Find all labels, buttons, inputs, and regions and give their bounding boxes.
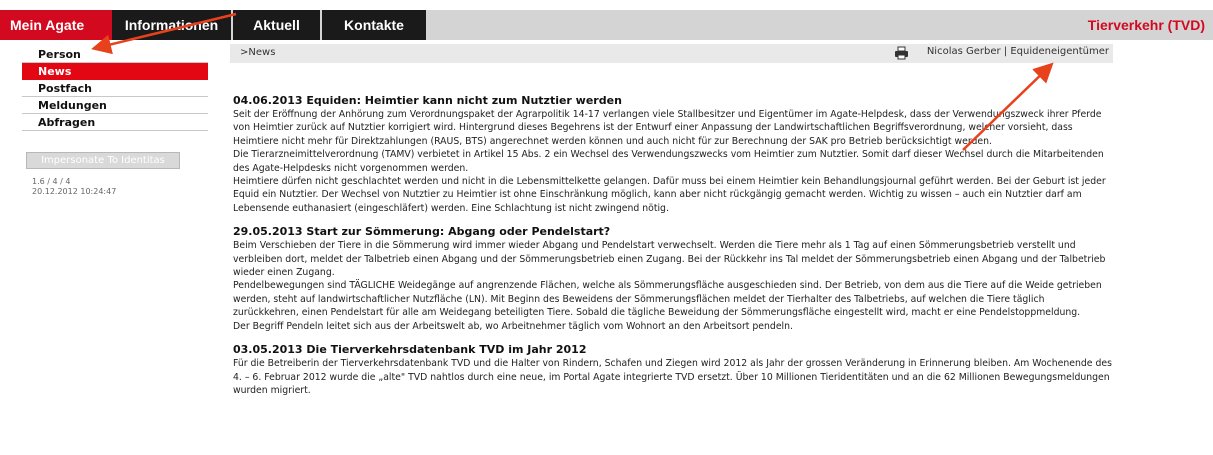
article-title[interactable]: 03.05.2013 Die Tierverkehrsdatenbank TVD…: [233, 343, 1113, 357]
article-title[interactable]: 29.05.2013 Start zur Sömmerung: Abgang o…: [233, 225, 1113, 239]
tab-aktuell[interactable]: Aktuell: [233, 10, 320, 40]
site-brand: Tierverkehr (TVD): [1087, 17, 1205, 33]
impersonate-button[interactable]: Impersonate To Identitas: [26, 152, 180, 169]
printer-icon[interactable]: [894, 46, 909, 60]
user-role-label[interactable]: Nicolas Gerber | Equideneigentümer: [927, 46, 1109, 57]
tab-kontakte[interactable]: Kontakte: [322, 10, 426, 40]
sidebar-item-abfragen[interactable]: Abfragen: [22, 114, 208, 131]
article-paragraph: Der Begriff Pendeln leitet sich aus der …: [233, 320, 793, 332]
breadcrumb[interactable]: >News: [240, 47, 275, 58]
sidebar-item-person[interactable]: Person: [22, 46, 208, 63]
timestamp: 20.12.2012 10:24:47: [32, 187, 117, 196]
sidebar: Person News Postfach Meldungen Abfragen: [22, 46, 208, 131]
news-article: 03.05.2013 Die Tierverkehrsdatenbank TVD…: [233, 343, 1113, 397]
version-info: 1.6 / 4 / 4: [32, 177, 71, 186]
article-paragraph: Die Tierarzneimittelverordnung (TAMV) ve…: [233, 149, 1104, 174]
article-paragraph: Pendelbewegungen sind TÄGLICHE Weidegäng…: [233, 280, 1102, 319]
article-paragraph: Seit der Eröffnung der Anhörung zum Vero…: [233, 109, 1102, 147]
news-article: 29.05.2013 Start zur Sömmerung: Abgang o…: [233, 225, 1113, 333]
article-paragraph: Für die Betreiberin der Tierverkehrsdate…: [233, 358, 1112, 396]
tab-mein-agate[interactable]: Mein Agate: [0, 10, 112, 40]
sidebar-item-postfach[interactable]: Postfach: [22, 80, 208, 97]
sidebar-item-meldungen[interactable]: Meldungen: [22, 97, 208, 114]
tab-informationen[interactable]: Informationen: [112, 10, 231, 40]
sidebar-item-news[interactable]: News: [22, 63, 208, 80]
breadcrumb-bar: >News Nicolas Gerber | Equideneigentümer: [230, 44, 1113, 63]
article-paragraph: Beim Verschieben der Tiere in die Sömmer…: [233, 240, 1106, 279]
news-article: 04.06.2013 Equiden: Heimtier kann nicht …: [233, 94, 1113, 215]
top-navigation: Mein Agate Informationen Aktuell Kontakt…: [0, 10, 1213, 40]
news-list: 04.06.2013 Equiden: Heimtier kann nicht …: [233, 94, 1113, 407]
article-paragraph: Heimtiere dürfen nicht geschlachtet werd…: [233, 176, 1106, 214]
article-title[interactable]: 04.06.2013 Equiden: Heimtier kann nicht …: [233, 94, 1113, 108]
